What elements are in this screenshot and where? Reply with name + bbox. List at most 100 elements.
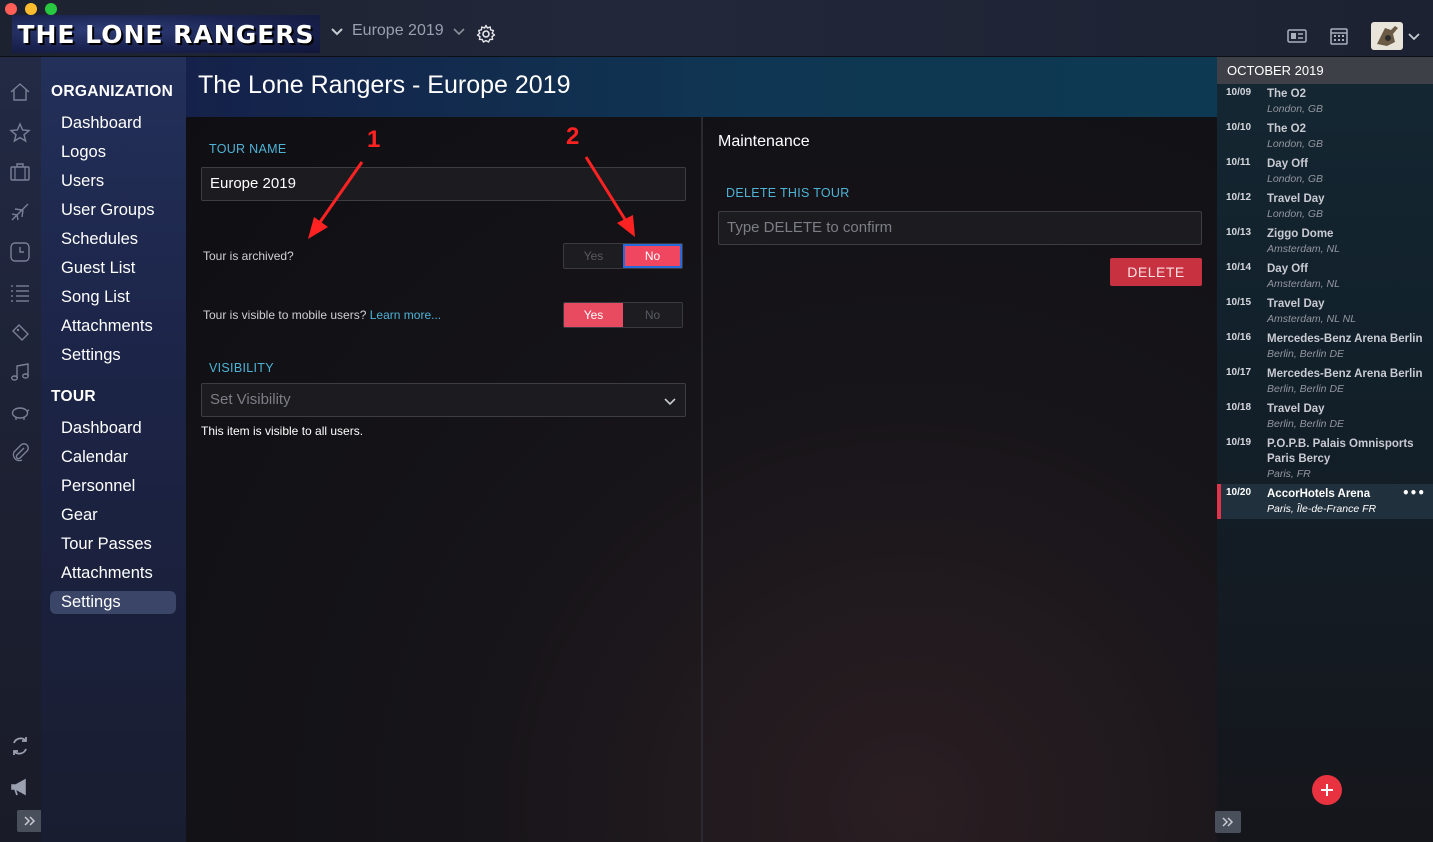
event-location: Berlin, Berlin DE xyxy=(1267,383,1345,395)
delete-confirm-input[interactable] xyxy=(727,219,1178,236)
visibility-select[interactable]: Set Visibility xyxy=(201,383,686,417)
double-chevron-right-icon xyxy=(24,816,36,826)
megaphone-icon[interactable] xyxy=(9,776,31,798)
sidebar-item-logos[interactable]: Logos xyxy=(50,141,176,164)
event-date: 10/19 xyxy=(1226,437,1252,448)
page-header: The Lone Rangers - Europe 2019 xyxy=(186,57,1217,117)
schedule-event[interactable]: 10/15 Travel Day Amsterdam, NL NL xyxy=(1217,294,1433,329)
schedule-event[interactable]: 10/11 Day Off London, GB xyxy=(1217,154,1433,189)
add-event-button[interactable] xyxy=(1312,775,1342,805)
event-date: 10/17 xyxy=(1226,367,1252,378)
sidebar-item-org-attachments[interactable]: Attachments xyxy=(50,315,176,338)
sidebar-item-tour-attachments[interactable]: Attachments xyxy=(50,562,176,585)
delete-button[interactable]: DELETE xyxy=(1110,258,1202,286)
piggy-bank-icon[interactable] xyxy=(9,401,31,423)
sidebar-item-song-list[interactable]: Song List xyxy=(50,286,176,309)
event-list: 10/09 The O2 London, GB 10/10 The O2 London, … xyxy=(1217,84,1433,519)
ticket-icon[interactable] xyxy=(9,321,31,343)
delete-tour-label: DELETE THIS TOUR xyxy=(726,186,850,200)
clock-icon[interactable] xyxy=(9,241,31,263)
sidebar-item-org-settings[interactable]: Settings xyxy=(50,344,176,367)
event-location: London, GB xyxy=(1267,208,1324,220)
event-date: 10/18 xyxy=(1226,402,1252,413)
schedule-event[interactable]: 10/19 P.O.P.B. Palais Omnisports Paris Be… xyxy=(1217,434,1433,484)
event-date: 10/11 xyxy=(1226,157,1251,168)
event-name: Mercedes-Benz Arena Berlin xyxy=(1267,368,1423,380)
delete-confirm-field[interactable] xyxy=(718,211,1202,245)
sidebar-item-org-dashboard[interactable]: Dashboard xyxy=(50,112,176,135)
event-location: Amsterdam, NL xyxy=(1267,243,1340,255)
event-date: 10/16 xyxy=(1226,332,1252,343)
schedule-event[interactable]: 10/20 AccorHotels Arena Paris, Île-de-Fran… xyxy=(1217,484,1433,519)
sidebar-item-calendar[interactable]: Calendar xyxy=(50,446,176,469)
sidebar-item-users[interactable]: Users xyxy=(50,170,176,193)
schedule-event[interactable]: 10/12 Travel Day London, GB xyxy=(1217,189,1433,224)
plane-icon[interactable] xyxy=(9,201,31,223)
event-date: 10/10 xyxy=(1226,122,1252,133)
collapse-schedule-button[interactable] xyxy=(1215,811,1241,833)
event-name: The O2 xyxy=(1267,123,1306,135)
minimize-window-button[interactable] xyxy=(25,3,37,15)
schedule-event[interactable]: 10/18 Travel Day Berlin, Berlin DE xyxy=(1217,399,1433,434)
event-date: 10/14 xyxy=(1226,262,1252,273)
event-location: Amsterdam, NL NL xyxy=(1267,313,1357,325)
gear-icon[interactable] xyxy=(476,24,496,44)
sidebar-item-tour-settings[interactable]: Settings xyxy=(50,591,176,614)
visibility-select-placeholder: Set Visibility xyxy=(210,391,291,408)
schedule-month-header: OCTOBER 2019 xyxy=(1217,57,1433,84)
schedule-event[interactable]: 10/09 The O2 London, GB xyxy=(1217,84,1433,119)
schedule-event[interactable]: 10/14 Day Off Amsterdam, NL xyxy=(1217,259,1433,294)
event-location: London, GB xyxy=(1267,173,1324,185)
close-window-button[interactable] xyxy=(5,3,17,15)
avatar-guitar-icon xyxy=(1371,22,1403,50)
list-icon[interactable] xyxy=(9,282,31,304)
sidebar-item-guest-list[interactable]: Guest List xyxy=(50,257,176,280)
annotation-arrow-2 xyxy=(584,156,635,237)
sidebar-nav: ORGANIZATION Dashboard Logos Users User … xyxy=(41,57,186,842)
event-location: Paris, Île-de-France FR xyxy=(1267,503,1377,515)
sidebar-item-tour-passes[interactable]: Tour Passes xyxy=(50,533,176,556)
event-name: Travel Day xyxy=(1267,298,1325,310)
schedule-panel: OCTOBER 2019 10/09 The O2 London, GB 10/10 T… xyxy=(1217,57,1433,842)
chevron-down-icon xyxy=(664,398,676,406)
chevron-down-icon xyxy=(1408,33,1420,41)
organization-heading: ORGANIZATION xyxy=(51,83,174,100)
app-logo[interactable]: THE LONE RANGERS xyxy=(12,15,320,53)
sidebar-item-schedules[interactable]: Schedules xyxy=(50,228,176,251)
user-menu[interactable] xyxy=(1371,22,1421,50)
event-location: Berlin, Berlin DE xyxy=(1267,418,1345,430)
schedule-event[interactable]: 10/10 The O2 London, GB xyxy=(1217,119,1433,154)
calendar-icon[interactable] xyxy=(1329,26,1349,46)
tour-selector-label: Europe 2019 xyxy=(352,22,444,39)
event-name: Travel Day xyxy=(1267,193,1325,205)
sync-icon[interactable] xyxy=(9,735,31,757)
sidebar-item-gear[interactable]: Gear xyxy=(50,504,176,527)
zoom-window-button[interactable] xyxy=(45,3,57,15)
id-card-icon[interactable] xyxy=(1287,28,1307,44)
schedule-event[interactable]: 10/17 Mercedes-Benz Arena Berlin Berlin, B… xyxy=(1217,364,1433,399)
sidebar-item-user-groups[interactable]: User Groups xyxy=(50,199,176,222)
tour-selector[interactable]: Europe 2019 xyxy=(330,22,466,40)
event-date: 10/09 xyxy=(1226,87,1252,98)
schedule-event[interactable]: 10/13 Ziggo Dome Amsterdam, NL xyxy=(1217,224,1433,259)
paperclip-icon[interactable] xyxy=(9,441,31,463)
tour-heading: TOUR xyxy=(51,388,96,405)
briefcase-icon[interactable] xyxy=(9,161,31,183)
title-bar: THE LONE RANGERS Europe 2019 xyxy=(0,0,1433,57)
column-divider xyxy=(701,117,703,842)
more-options-icon[interactable]: ••• xyxy=(1402,486,1425,500)
event-name: Day Off xyxy=(1267,158,1308,170)
music-icon[interactable] xyxy=(9,361,31,383)
star-icon[interactable] xyxy=(9,122,31,144)
schedule-event[interactable]: 10/16 Mercedes-Benz Arena Berlin Berlin, B… xyxy=(1217,329,1433,364)
event-name: P.O.P.B. Palais Omnisports Paris Bercy xyxy=(1267,438,1414,465)
sidebar-item-tour-dashboard[interactable]: Dashboard xyxy=(50,417,176,440)
plus-icon xyxy=(1321,784,1333,796)
expand-sidebar-button[interactable] xyxy=(17,810,43,832)
sidebar-item-personnel[interactable]: Personnel xyxy=(50,475,176,498)
event-location: Paris, FR xyxy=(1267,468,1311,480)
annotation-arrows xyxy=(308,156,635,239)
event-location: London, GB xyxy=(1267,138,1324,150)
annotation-arrow-1 xyxy=(308,161,364,239)
home-icon[interactable] xyxy=(9,81,31,103)
